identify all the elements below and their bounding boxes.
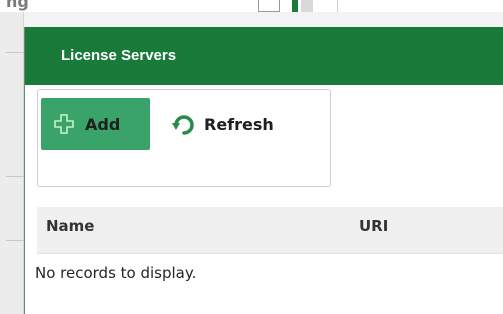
background-left-divider (6, 240, 24, 241)
background-partial-title: ng (6, 0, 29, 11)
plus-icon (53, 113, 75, 135)
add-button[interactable]: Add (41, 98, 150, 150)
background-divider (337, 0, 338, 12)
refresh-button-label: Refresh (204, 114, 274, 134)
license-servers-dialog: License Servers Add Refresh Name URI No … (24, 27, 503, 314)
background-gray-accent (301, 0, 313, 12)
dialog-toolbar: Add Refresh (37, 89, 331, 187)
background-left-divider (6, 52, 24, 53)
background-green-accent (292, 0, 298, 12)
add-button-label: Add (85, 114, 121, 134)
background-top-bar: ng (0, 0, 503, 12)
refresh-button[interactable]: Refresh (160, 98, 325, 150)
background-left-divider (6, 176, 24, 177)
dialog-title: License Servers (61, 47, 177, 64)
empty-table-message: No records to display. (35, 264, 197, 282)
refresh-icon (172, 113, 194, 135)
table-header: Name URI (37, 207, 503, 254)
column-header-uri[interactable]: URI (359, 217, 388, 235)
background-left-column (0, 12, 24, 314)
background-tool-button[interactable] (258, 0, 280, 12)
dialog-header: License Servers (25, 27, 503, 85)
column-header-name[interactable]: Name (46, 217, 94, 235)
